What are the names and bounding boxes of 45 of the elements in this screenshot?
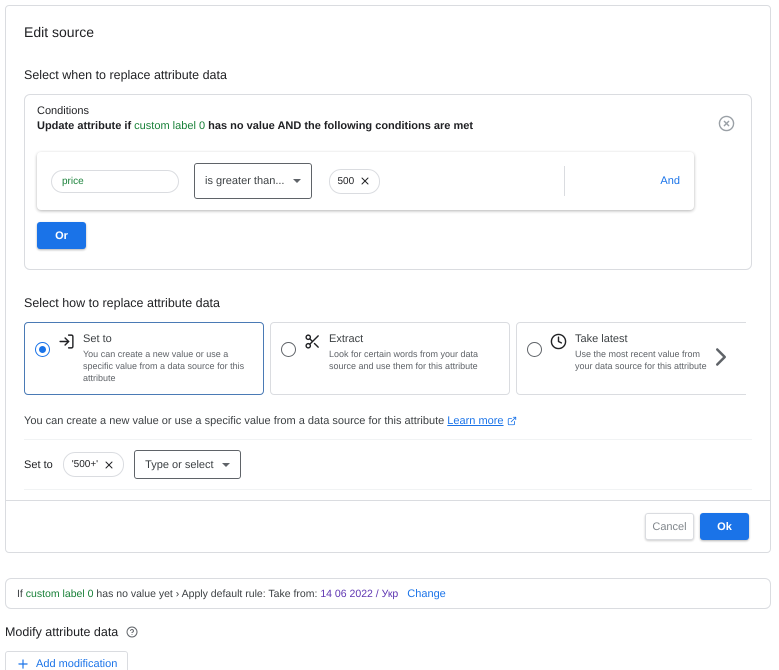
remove-icon[interactable] xyxy=(103,458,116,470)
operator-dropdown[interactable]: is greater than... xyxy=(194,163,312,199)
method-title: Take latest xyxy=(575,333,629,345)
conditions-sentence: Update attribute if custom label 0 has no value AND the following conditions are met xyxy=(37,120,474,132)
external-link-icon xyxy=(506,416,517,426)
method-title: Set to xyxy=(83,333,113,345)
or-button[interactable]: Or xyxy=(37,222,86,249)
and-link[interactable]: And xyxy=(660,175,680,187)
radio-button[interactable] xyxy=(527,342,542,357)
cancel-button[interactable]: Cancel xyxy=(645,513,694,540)
chip-text: 500 xyxy=(338,176,354,186)
radio-button[interactable] xyxy=(281,342,296,357)
method-option[interactable]: Set to You can create a new value or use a specific value from a data source for this attribute xyxy=(24,322,264,395)
value-field[interactable]: 500 xyxy=(326,166,566,196)
caret-icon xyxy=(222,462,230,466)
clock-icon xyxy=(550,333,567,350)
set-to-label: Set to xyxy=(24,458,53,470)
plus-icon xyxy=(16,657,30,670)
section-heading: Select when to replace attribute data xyxy=(24,68,228,82)
default-rule-text: If custom label 0 has no value yet › Apply default rule: Take from: 14 06 2022 / Укр xyxy=(17,588,398,600)
change-link[interactable]: Change xyxy=(407,588,446,600)
scissors-icon xyxy=(304,333,321,350)
chip-text: '500+' xyxy=(72,459,98,470)
method-description: Use the most recent value from your data source for this attribute xyxy=(575,348,708,372)
method-description: You can create a new value or use a specific value from a data source for this attribute xyxy=(83,348,246,384)
radio-button[interactable] xyxy=(35,342,50,357)
section-heading: Select how to replace attribute data xyxy=(24,296,221,310)
method-title: Extract xyxy=(329,333,364,345)
learn-more-link[interactable]: Learn more xyxy=(447,415,504,427)
close-icon[interactable] xyxy=(718,115,735,132)
method-option[interactable]: Take latest Use the most recent value from your data source for this attribute xyxy=(516,322,746,395)
dialog-title: Edit source xyxy=(24,24,96,40)
modify-heading: Modify attribute data xyxy=(5,625,118,639)
remove-icon[interactable] xyxy=(359,175,372,187)
method-description: Look for certain words from your data source and use them for this attribute xyxy=(329,348,480,372)
conditions-label: Conditions xyxy=(37,105,90,117)
caret-icon xyxy=(292,179,300,183)
attribute-field[interactable]: price xyxy=(51,170,179,192)
method-hint: You can create a new value or use a specific value from a data source for this attribute xyxy=(24,415,444,427)
type-or-select-dropdown[interactable]: Type or select xyxy=(134,450,241,479)
ok-button[interactable]: Ok xyxy=(700,513,749,540)
enter-icon xyxy=(58,333,75,350)
add-modification-button[interactable]: Add modification xyxy=(5,651,128,670)
method-option[interactable]: Extract Look for certain words from your data source and use them for this attribute xyxy=(270,322,510,395)
help-icon[interactable] xyxy=(126,626,138,638)
